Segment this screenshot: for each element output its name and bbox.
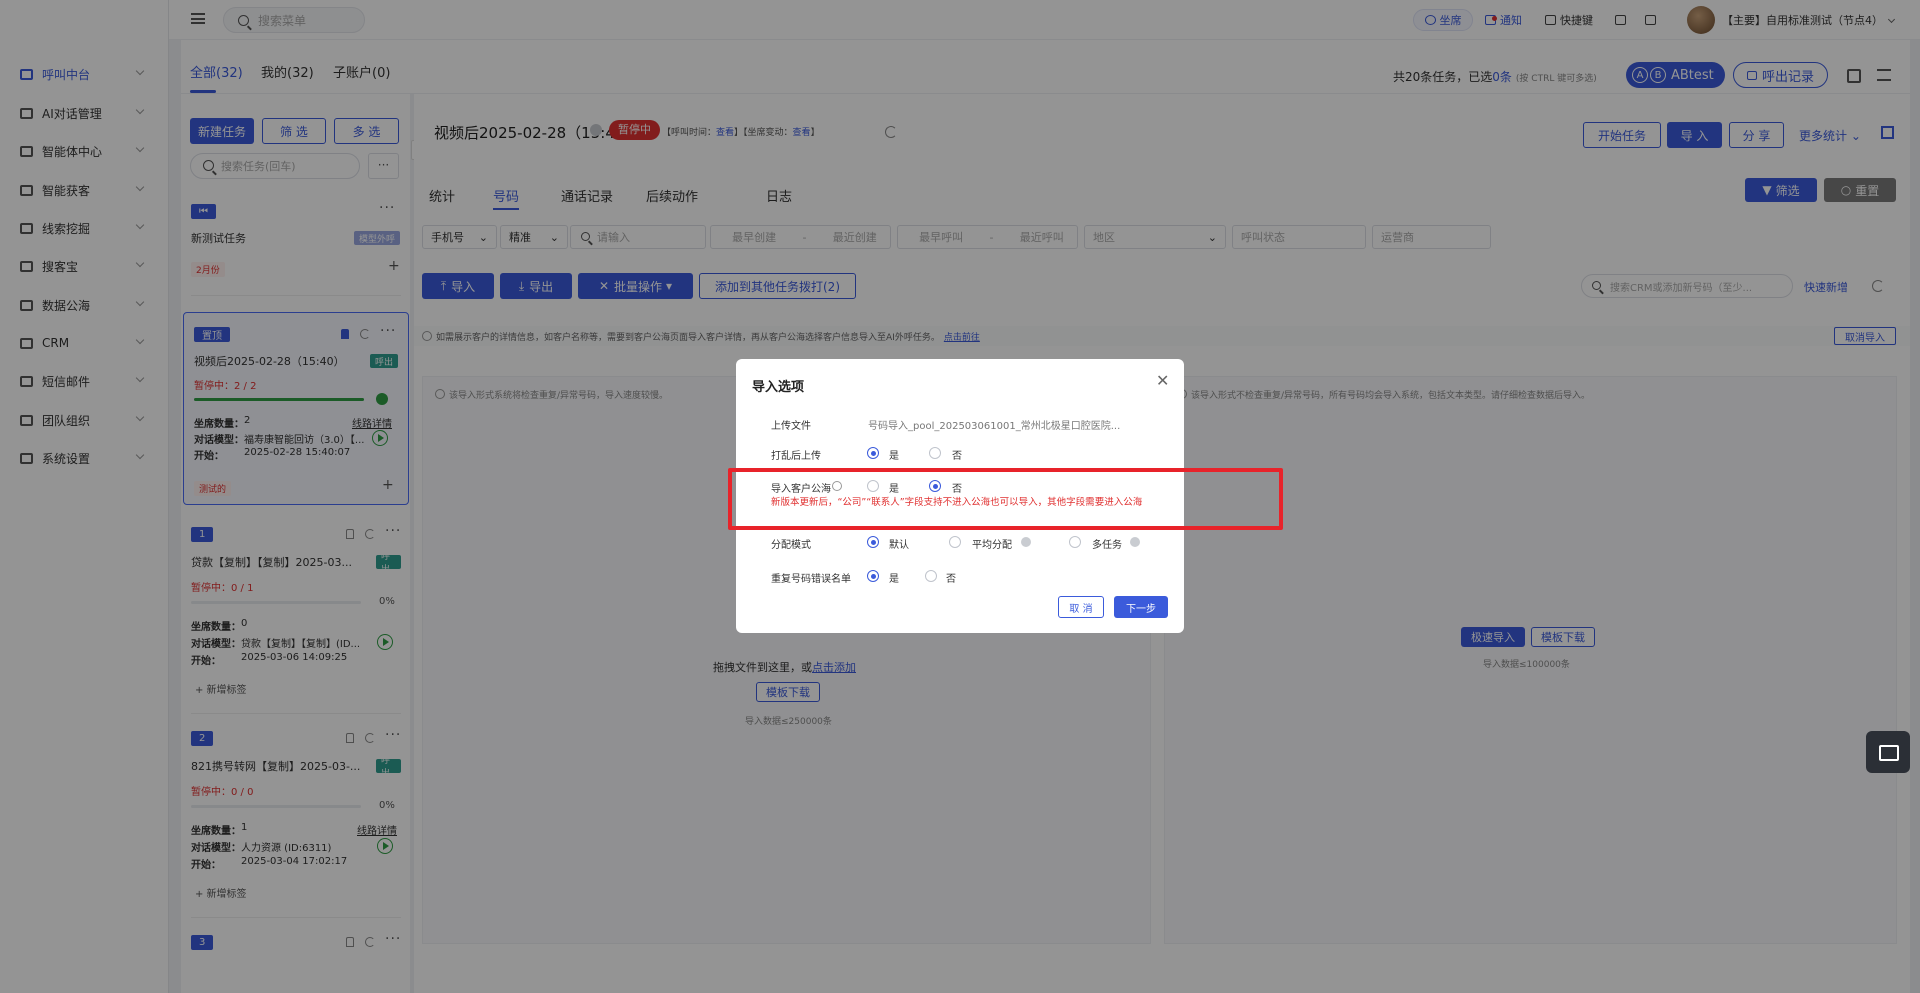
shuffle-no-radio[interactable] xyxy=(929,447,941,459)
mode-multi-task-radio[interactable] xyxy=(1069,536,1081,548)
chat-float-button[interactable] xyxy=(1866,731,1910,773)
upload-file-name: 号码导入_pool_202503061001_常州北极星口腔医院... xyxy=(868,421,1121,432)
help-icon[interactable] xyxy=(1130,537,1140,547)
dialog-title: 导入选项 xyxy=(752,380,805,395)
highlight-annotation-box xyxy=(728,468,1283,530)
mode-average-radio[interactable] xyxy=(949,536,961,548)
dup-no-radio[interactable] xyxy=(925,570,937,582)
close-icon[interactable]: ✕ xyxy=(1156,371,1169,390)
help-icon[interactable] xyxy=(1021,537,1031,547)
dup-yes-radio[interactable] xyxy=(867,570,879,582)
cancel-button[interactable]: 取 消 xyxy=(1058,596,1104,618)
mode-default-radio[interactable] xyxy=(867,536,879,548)
next-step-button[interactable]: 下一步 xyxy=(1114,596,1168,618)
shuffle-yes-radio[interactable] xyxy=(867,447,879,459)
